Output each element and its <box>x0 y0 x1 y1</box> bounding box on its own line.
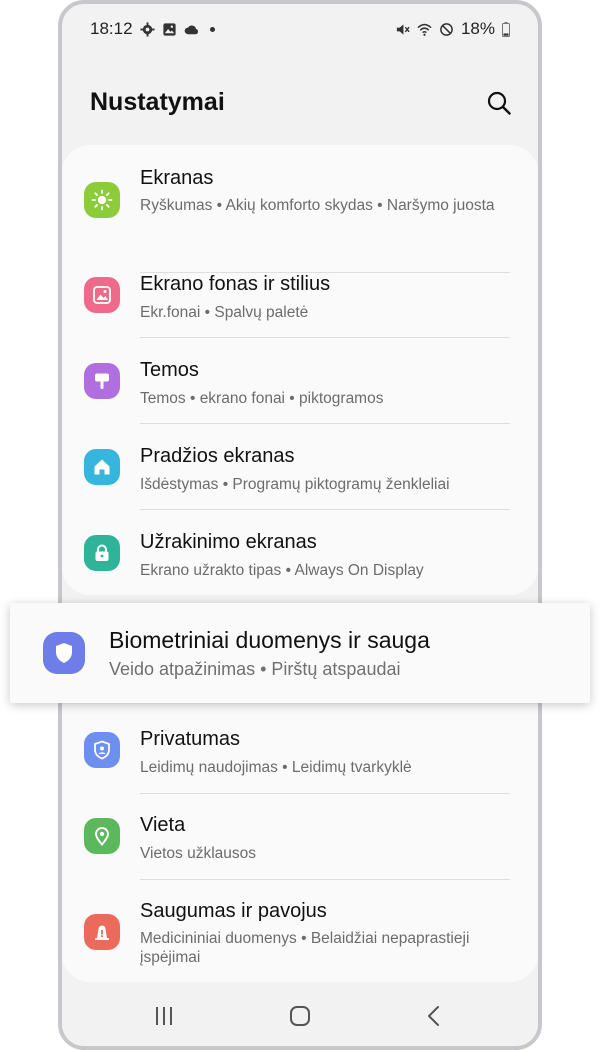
settings-item-themes[interactable]: Temos Temos • ekrano fonai • piktogramos <box>62 338 538 424</box>
settings-item-subtitle: Išdėstymas • Programų piktogramų ženklel… <box>140 476 450 493</box>
home-icon <box>84 449 120 485</box>
location-pin-icon <box>84 818 120 854</box>
settings-item-label: Ekranas <box>140 167 214 189</box>
settings-icon <box>140 21 155 37</box>
home-button-icon[interactable] <box>286 1002 314 1030</box>
mute-icon <box>396 23 410 35</box>
brush-icon <box>84 363 120 399</box>
settings-item-subtitle: Ryškumas • Akių komforto skydas • Naršym… <box>140 197 495 214</box>
battery-percentage: 18% <box>460 19 495 38</box>
lock-icon <box>84 535 120 571</box>
settings-item-location[interactable]: Vieta Vietos užklausos <box>62 794 538 880</box>
settings-item-subtitle: Vietos užklausos <box>140 845 257 862</box>
settings-item-subtitle: Ekr.fonai • Spalvų paletė <box>140 304 309 321</box>
privacy-shield-icon <box>84 732 120 768</box>
wallpaper-icon <box>84 277 120 313</box>
alert-icon <box>84 914 120 950</box>
settings-item-label: Saugumas ir pavojus <box>140 900 327 922</box>
settings-item-subtitle: Ekrano užrakto tipas • Always On Display <box>140 562 424 579</box>
settings-item-lock-screen[interactable]: Užrakinimo ekranas Ekrano užrakto tipas … <box>62 510 538 596</box>
shield-icon <box>43 632 85 674</box>
battery-icon <box>502 21 510 37</box>
cloud-icon <box>184 25 198 34</box>
status-time: 18:12 <box>90 19 133 38</box>
settings-item-subtitle: Medicininiai duomenys • Belaidžiai nepap… <box>140 930 470 966</box>
settings-item-subtitle: Leidimų naudojimas • Leidimų tvarkyklė <box>140 759 412 776</box>
phone-frame: 18:12 18% Nustatymai Ekranas Ryškumas • … <box>58 0 542 1050</box>
settings-item-label: Temos <box>140 359 199 381</box>
page-title: Nustatymai <box>90 88 225 116</box>
status-bar: 18:12 18% <box>62 14 538 44</box>
do-not-disturb-icon <box>440 22 453 36</box>
navigation-bar <box>62 984 538 1046</box>
settings-item-safety[interactable]: Saugumas ir pavojus Medicininiai duomeny… <box>62 880 538 980</box>
settings-item-label: Biometriniai duomenys ir sauga <box>109 627 430 653</box>
settings-item-subtitle: Temos • ekrano fonai • piktogramos <box>140 390 384 407</box>
notification-dot <box>209 26 215 32</box>
settings-item-label: Ekrano fonas ir stilius <box>140 273 331 295</box>
recent-apps-icon[interactable] <box>150 1002 178 1030</box>
settings-item-subtitle: Veido atpažinimas • Pirštų atspaudai <box>109 659 401 679</box>
settings-item-label: Pradžios ekranas <box>140 445 295 467</box>
search-icon[interactable] <box>484 88 514 118</box>
settings-item-biometrics-highlighted[interactable]: Biometriniai duomenys ir sauga Veido atp… <box>10 603 590 703</box>
image-icon <box>162 22 176 36</box>
settings-item-privacy[interactable]: Privatumas Leidimų naudojimas • Leidimų … <box>62 708 538 794</box>
sun-icon <box>84 182 120 218</box>
settings-card-bottom: Privatumas Leidimų naudojimas • Leidimų … <box>62 704 538 982</box>
settings-item-wallpaper[interactable]: Ekrano fonas ir stilius Ekr.fonai • Spal… <box>62 252 538 338</box>
settings-item-label: Privatumas <box>140 728 241 750</box>
settings-item-home-screen[interactable]: Pradžios ekranas Išdėstymas • Programų p… <box>62 424 538 510</box>
wifi-icon <box>417 23 432 36</box>
back-icon[interactable] <box>420 1002 448 1030</box>
settings-item-label: Vieta <box>140 814 186 836</box>
settings-item-label: Užrakinimo ekranas <box>140 531 317 553</box>
settings-card-top: Ekranas Ryškumas • Akių komforto skydas … <box>62 145 538 595</box>
